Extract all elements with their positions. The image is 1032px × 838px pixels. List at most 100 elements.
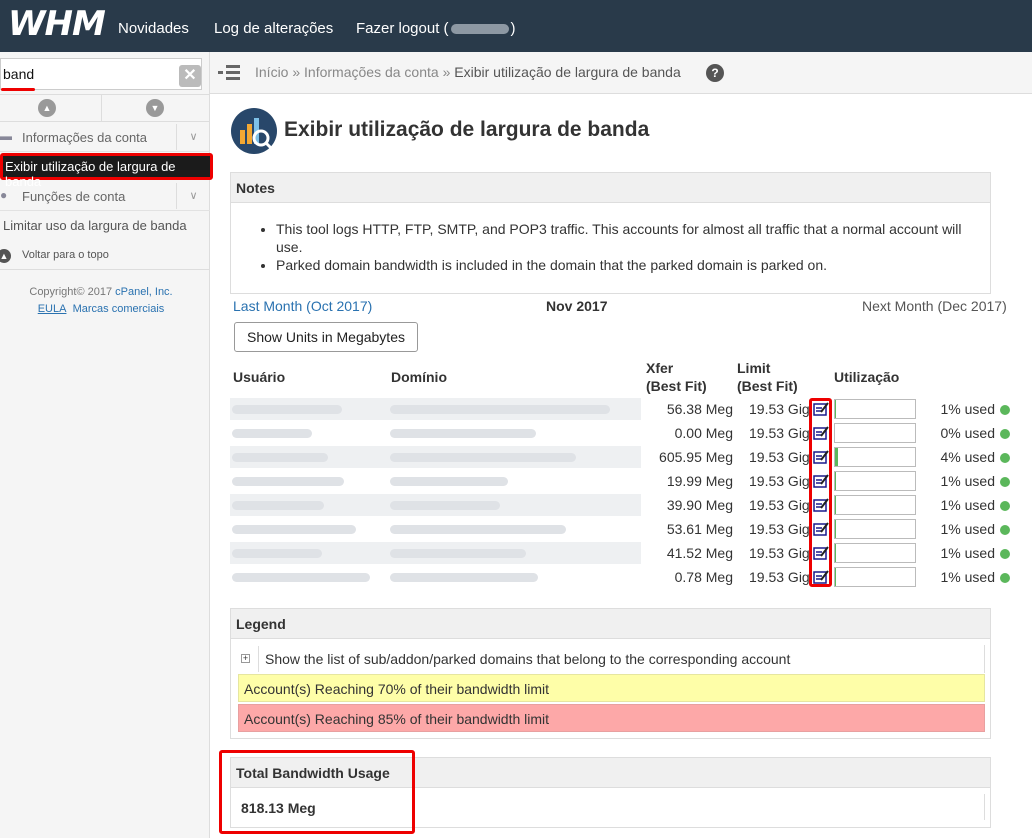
search-input[interactable]: band ✕ (0, 58, 202, 91)
col-header-limit[interactable]: Limit (Best Fit) (737, 359, 798, 395)
limit-value: 19.53 Gig (749, 569, 810, 585)
usage-percent: 1% used (940, 521, 995, 537)
table-row: 605.95 Meg 19.53 Gig 4% used (230, 446, 1014, 470)
total-divider (984, 794, 985, 820)
xfer-value: 39.90 Meg (666, 497, 733, 513)
limit-value: 19.53 Gig (749, 401, 810, 417)
usage-bar (834, 399, 916, 419)
chevron-down-icon[interactable]: ∨ (176, 124, 210, 150)
notes-list: This tool logs HTTP, FTP, SMTP, and POP3… (276, 220, 986, 274)
usage-fill (835, 544, 836, 562)
top-bar: WHM Novidades Log de alterações Fazer lo… (0, 0, 1032, 52)
redacted-username (232, 405, 342, 414)
usage-percent: 1% used (940, 473, 995, 489)
arrow-divider (101, 95, 102, 121)
redacted-username (232, 525, 356, 534)
limit-value: 19.53 Gig (749, 521, 810, 537)
xfer-value: 0.78 Meg (674, 569, 733, 585)
sidebar-category-account-info[interactable]: ▬ Informações da conta ∨ (0, 122, 210, 152)
nav-novidades[interactable]: Novidades (118, 20, 189, 37)
status-ok-icon (1000, 453, 1010, 463)
sidebar-category-label: Funções de conta (22, 189, 126, 204)
table-row: 56.38 Meg 19.53 Gig 1% used (230, 398, 1014, 422)
col-header-xfer[interactable]: Xfer (Best Fit) (646, 359, 707, 395)
show-megabytes-button[interactable]: Show Units in Megabytes (234, 322, 418, 352)
logout-link[interactable]: Fazer logout () (356, 20, 516, 37)
usage-fill (835, 520, 836, 538)
col-header-utilization[interactable]: Utilização (834, 368, 899, 386)
eula-link[interactable]: EULA (38, 303, 67, 315)
usage-bar (834, 543, 916, 563)
prev-month-link[interactable]: Last Month (Oct 2017) (233, 298, 372, 314)
expand-all-icon[interactable]: ▼ (146, 99, 164, 117)
menu-toggle-icon[interactable] (218, 65, 240, 81)
usage-fill (835, 472, 836, 490)
trademarks-link[interactable]: Marcas comerciais (73, 303, 165, 315)
account-info-icon: ▬ (0, 129, 12, 143)
usage-bar (834, 567, 916, 587)
redacted-domain (390, 453, 576, 462)
redacted-username (232, 573, 370, 582)
back-to-top-label: Voltar para o topo (22, 249, 109, 261)
status-ok-icon (1000, 429, 1010, 439)
usage-percent: 1% used (940, 401, 995, 417)
sidebar-category-account-functions[interactable]: ● Funções de conta ∨ (0, 181, 210, 211)
account-functions-icon: ● (0, 188, 8, 202)
copyright-text: Copyright© 2017 (29, 286, 116, 298)
note-item: This tool logs HTTP, FTP, SMTP, and POP3… (276, 220, 986, 256)
redacted-domain (390, 501, 500, 510)
logout-suffix: ) (510, 20, 516, 37)
cpanel-link[interactable]: cPanel, Inc. (115, 286, 172, 298)
sidebar-item-limit-bandwidth[interactable]: Limitar uso da largura de banda (3, 218, 187, 233)
breadcrumb-current: Exibir utilização de largura de banda (454, 64, 681, 80)
usage-fill (835, 400, 836, 418)
clear-search-icon[interactable]: ✕ (179, 65, 201, 87)
xfer-value: 0.00 Meg (674, 425, 733, 441)
col-header-user[interactable]: Usuário (233, 368, 285, 386)
status-ok-icon (1000, 405, 1010, 415)
limit-value: 19.53 Gig (749, 473, 810, 489)
redacted-domain (390, 573, 538, 582)
legend-divider (258, 646, 259, 672)
breadcrumb-separator: » (292, 64, 301, 80)
search-highlight-underline (1, 88, 35, 91)
whm-logo[interactable]: WHM (8, 4, 106, 44)
table-row: 0.78 Meg 19.53 Gig 1% used (230, 566, 1014, 590)
xfer-value: 605.95 Meg (659, 449, 733, 465)
redacted-username (450, 24, 509, 35)
sidebar-item-bandwidth-view[interactable]: Exibir utilização de largura de banda (0, 153, 213, 189)
legend-85-warning: Account(s) Reaching 85% of their bandwid… (238, 704, 985, 732)
logout-label: Fazer logout ( (356, 20, 449, 37)
table-row: 53.61 Meg 19.53 Gig 1% used (230, 518, 1014, 542)
edit-column-highlight (809, 398, 832, 587)
help-icon[interactable]: ? (706, 64, 724, 82)
redacted-domain (390, 525, 566, 534)
nav-changelog[interactable]: Log de alterações (214, 20, 333, 37)
usage-bar (834, 471, 916, 491)
usage-fill (835, 496, 836, 514)
usage-fill (835, 448, 839, 466)
usage-bar (834, 423, 916, 443)
sidebar: band ✕ ▲ ▼ ▬ Informações da conta ∨ Exib… (0, 52, 213, 838)
next-month-link[interactable]: Next Month (Dec 2017) (862, 298, 1007, 314)
legal-links: EULA Marcas comerciais (0, 303, 202, 315)
breadcrumb-home[interactable]: Início (255, 64, 288, 80)
col-header-domain[interactable]: Domínio (391, 368, 447, 386)
collapse-all-icon[interactable]: ▲ (38, 99, 56, 117)
col-header-limit-line1: Limit (737, 360, 771, 376)
chevron-down-icon[interactable]: ∨ (176, 183, 210, 209)
usage-percent: 1% used (940, 497, 995, 513)
expand-plus-icon[interactable]: + (241, 654, 250, 663)
limit-value: 19.53 Gig (749, 449, 810, 465)
col-header-limit-line2: (Best Fit) (737, 378, 798, 394)
redacted-domain (390, 429, 536, 438)
redacted-domain (390, 549, 526, 558)
back-to-top-link[interactable]: ▲ Voltar para o topo (0, 244, 210, 270)
limit-value: 19.53 Gig (749, 425, 810, 441)
redacted-username (232, 453, 328, 462)
xfer-value: 53.61 Meg (666, 521, 733, 537)
breadcrumb-section[interactable]: Informações da conta (304, 64, 439, 80)
usage-bar (834, 495, 916, 515)
sidebar-category-label: Informações da conta (22, 130, 148, 145)
note-item: Parked domain bandwidth is included in t… (276, 256, 986, 274)
